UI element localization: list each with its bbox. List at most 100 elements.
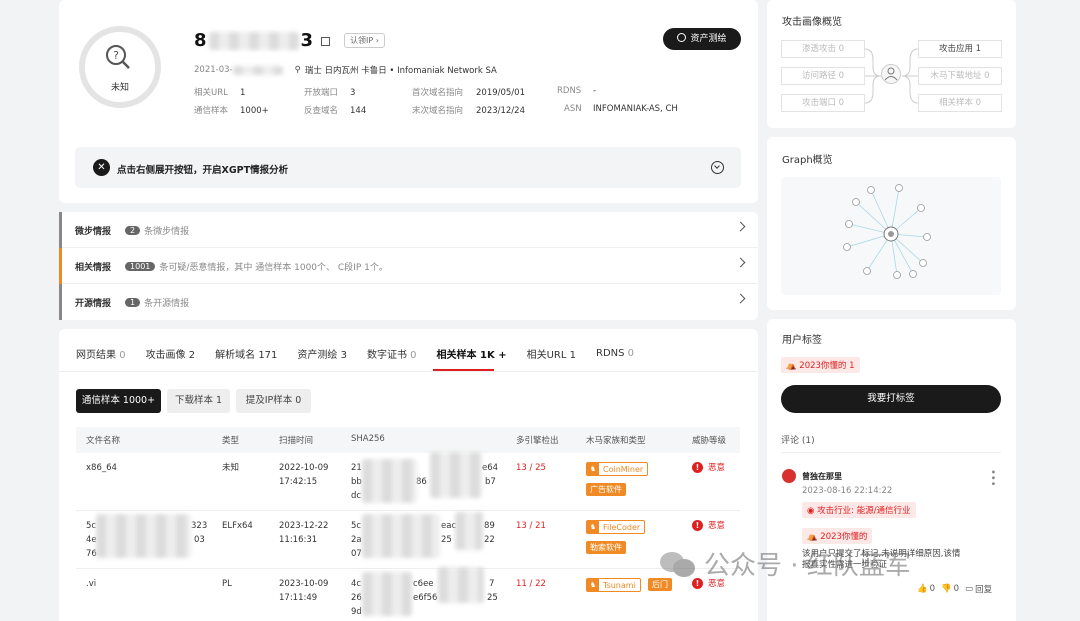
cell-sha-frag: 25 (441, 535, 452, 545)
intel-count: 1 (125, 298, 141, 307)
profile-penetration[interactable]: 渗透攻击 0 (781, 40, 865, 58)
attack-profile-card: 攻击画像概览 渗透攻击 0 访问路径 0 攻击端口 0 攻击应用 1 木马下载地… (767, 0, 1016, 128)
reply-button[interactable]: 回复 (975, 583, 992, 595)
tab-resolved-domains[interactable]: 解析域名 171 (215, 346, 277, 361)
cell-filename[interactable]: x86_64 (86, 461, 117, 475)
comment-user[interactable]: 曾独在那里 (802, 471, 842, 482)
family-badge[interactable]: ♞ FileCoder (586, 520, 646, 534)
family-type-tag: 广告软件 (586, 483, 626, 496)
tab-web-results[interactable]: 网页结果 0 (76, 346, 126, 361)
asset-survey-button[interactable]: 资产测绘 (663, 28, 741, 50)
intel-desc: 条开源情报 (144, 299, 190, 309)
tag-icon: ⛺ (786, 361, 797, 371)
location-text: 瑞士 日内瓦州 卡鲁日 • Infomaniak Network SA (304, 66, 497, 76)
attacker-avatar-icon (881, 64, 901, 84)
tab-rdns[interactable]: RDNS 0 (596, 348, 634, 359)
sha-redacted (438, 567, 484, 603)
meta-line: 2021-03- ⚲ 瑞士 日内瓦州 卡鲁日 • Infomaniak Netw… (194, 64, 497, 76)
intel-title: 相关情报 (75, 263, 112, 273)
cell-filename-frag[interactable]: 5c (86, 519, 96, 533)
graph-canvas[interactable] (781, 177, 1001, 295)
tab-certificates[interactable]: 数字证书 0 (367, 346, 417, 361)
question-search-icon: ? (104, 43, 132, 71)
cell-scan-time: 11:16:31 (279, 535, 318, 545)
status-circle: ? 未知 (79, 26, 161, 108)
alert-icon: ! (692, 461, 703, 473)
subtab-comm-samples[interactable]: 通信样本 1000+ (76, 389, 161, 413)
user-tag-chip[interactable]: ⛺ 2023你懂的 1 (781, 357, 860, 373)
cell-sha-frag: 86 (416, 477, 427, 487)
dislike-icon[interactable]: 👎 (941, 584, 952, 594)
ip-summary-card: ? 未知 8 3 认领IP › 资产测绘 2021-03- ⚲ 瑞士 日内瓦州 … (59, 0, 758, 203)
more-icon[interactable]: ••• (987, 469, 998, 487)
cell-sha-frag: eac (441, 521, 457, 531)
intel-row-weibu[interactable]: 微步情报 2 条微步情报 (59, 212, 758, 248)
trojan-icon: ♞ (587, 521, 599, 533)
tab-related-samples[interactable]: 相关样本 1K + (437, 346, 507, 361)
add-tag-button[interactable]: 我要打标签 (781, 385, 1001, 413)
xgpt-banner[interactable]: ✕ 点击右侧展开按钮，开启XGPT情报分析 (75, 147, 741, 188)
family-badge[interactable]: ♞ Tsunami (586, 578, 641, 592)
cell-filename[interactable]: .vi (86, 577, 96, 591)
cell-detections: 13 / 25 (516, 463, 546, 473)
claim-ip-button[interactable]: 认领IP › (344, 33, 385, 48)
col-type: 类型 (222, 436, 240, 446)
profile-attack-port[interactable]: 攻击端口 0 (781, 94, 865, 112)
stat-rdns: RDNS - (557, 86, 597, 96)
watermark: 公众号 · 红队蓝军 (660, 545, 911, 582)
alert-icon: ! (692, 519, 703, 531)
user-tags-title: 用户标签 (782, 335, 822, 346)
reply-icon[interactable]: ▭ (965, 584, 973, 594)
profile-trojan-download[interactable]: 木马下载地址 0 (918, 67, 1002, 85)
expand-icon[interactable] (711, 161, 724, 174)
date-redacted (232, 65, 283, 75)
cell-type: ELFx64 (222, 521, 253, 531)
cell-scan-date: 2022-10-09 (279, 463, 329, 473)
intel-desc: 条微步情报 (144, 227, 190, 237)
cell-sha-frag: dc (351, 491, 362, 501)
cell-sha-frag: 7 (489, 579, 495, 589)
sha-redacted (362, 459, 417, 503)
profile-access-path[interactable]: 访问路径 0 (781, 67, 865, 85)
profile-related-samples[interactable]: 相关样本 0 (918, 94, 1002, 112)
cell-detections: 11 / 22 (516, 579, 546, 589)
tab-related-url[interactable]: 相关URL 1 (527, 346, 576, 361)
intel-row-related[interactable]: 相关情报 1001 条可疑/恶意情报，其中 通信样本 1000个、 C段IP 1… (59, 248, 758, 284)
chevron-right-icon (735, 257, 746, 268)
sha-redacted (455, 512, 483, 550)
col-family: 木马家族和类型 (586, 436, 646, 446)
status-label: 未知 (110, 83, 129, 93)
subtab-mention-samples[interactable]: 提及IP样本 0 (236, 389, 311, 413)
chevron-right-icon (735, 221, 746, 232)
intel-title: 开源情报 (75, 299, 112, 309)
col-scan-time: 扫描时间 (279, 436, 314, 446)
intel-row-opensource[interactable]: 开源情报 1 条开源情报 (59, 284, 758, 320)
family-badge[interactable]: ♞ CoinMiner (586, 462, 649, 476)
trojan-icon: ♞ (587, 463, 599, 475)
ip-prefix: 8 (194, 30, 207, 51)
profile-attack-app[interactable]: 攻击应用 1 (918, 40, 1002, 58)
comment-tag-industry[interactable]: ◉ 攻击行业: 能源/通信行业 (802, 502, 916, 518)
stat-asn: ASN INFOMANIAK-AS, CH (564, 104, 678, 114)
cell-sha-frag: 21 (351, 463, 362, 473)
subtab-download-samples[interactable]: 下载样本 1 (167, 389, 230, 413)
ip-redacted (208, 31, 299, 50)
stat-reverse-domains: 反查域名 144 (304, 106, 367, 116)
comment-tag-2023[interactable]: ⛺ 2023你懂的 (802, 528, 873, 544)
intel-desc: 条可疑/恶意情报，其中 通信样本 1000个、 C段IP 1个。 (159, 263, 388, 273)
xgpt-text: 点击右侧展开按钮，开启XGPT情报分析 (117, 165, 289, 176)
wechat-icon (660, 550, 696, 578)
trojan-icon: ♞ (587, 579, 599, 591)
like-icon[interactable]: 👍 (917, 584, 928, 594)
col-threat: 威胁等级 (692, 436, 727, 446)
threat-level: ! 恶意 (692, 519, 725, 531)
copy-icon[interactable] (321, 37, 331, 46)
stat-open-ports: 开放端口 3 (304, 88, 356, 98)
cell-scan-date: 2023-10-09 (279, 579, 329, 589)
cell-sha-frag: e6f56 (413, 593, 438, 603)
xgpt-logo-icon: ✕ (93, 159, 110, 176)
cell-sha-frag: 4c (351, 579, 362, 589)
cell-sha-frag: b7 (485, 477, 496, 487)
tab-attack-profile[interactable]: 攻击画像 2 (146, 346, 196, 361)
tab-asset-survey[interactable]: 资产测绘 3 (297, 346, 347, 361)
